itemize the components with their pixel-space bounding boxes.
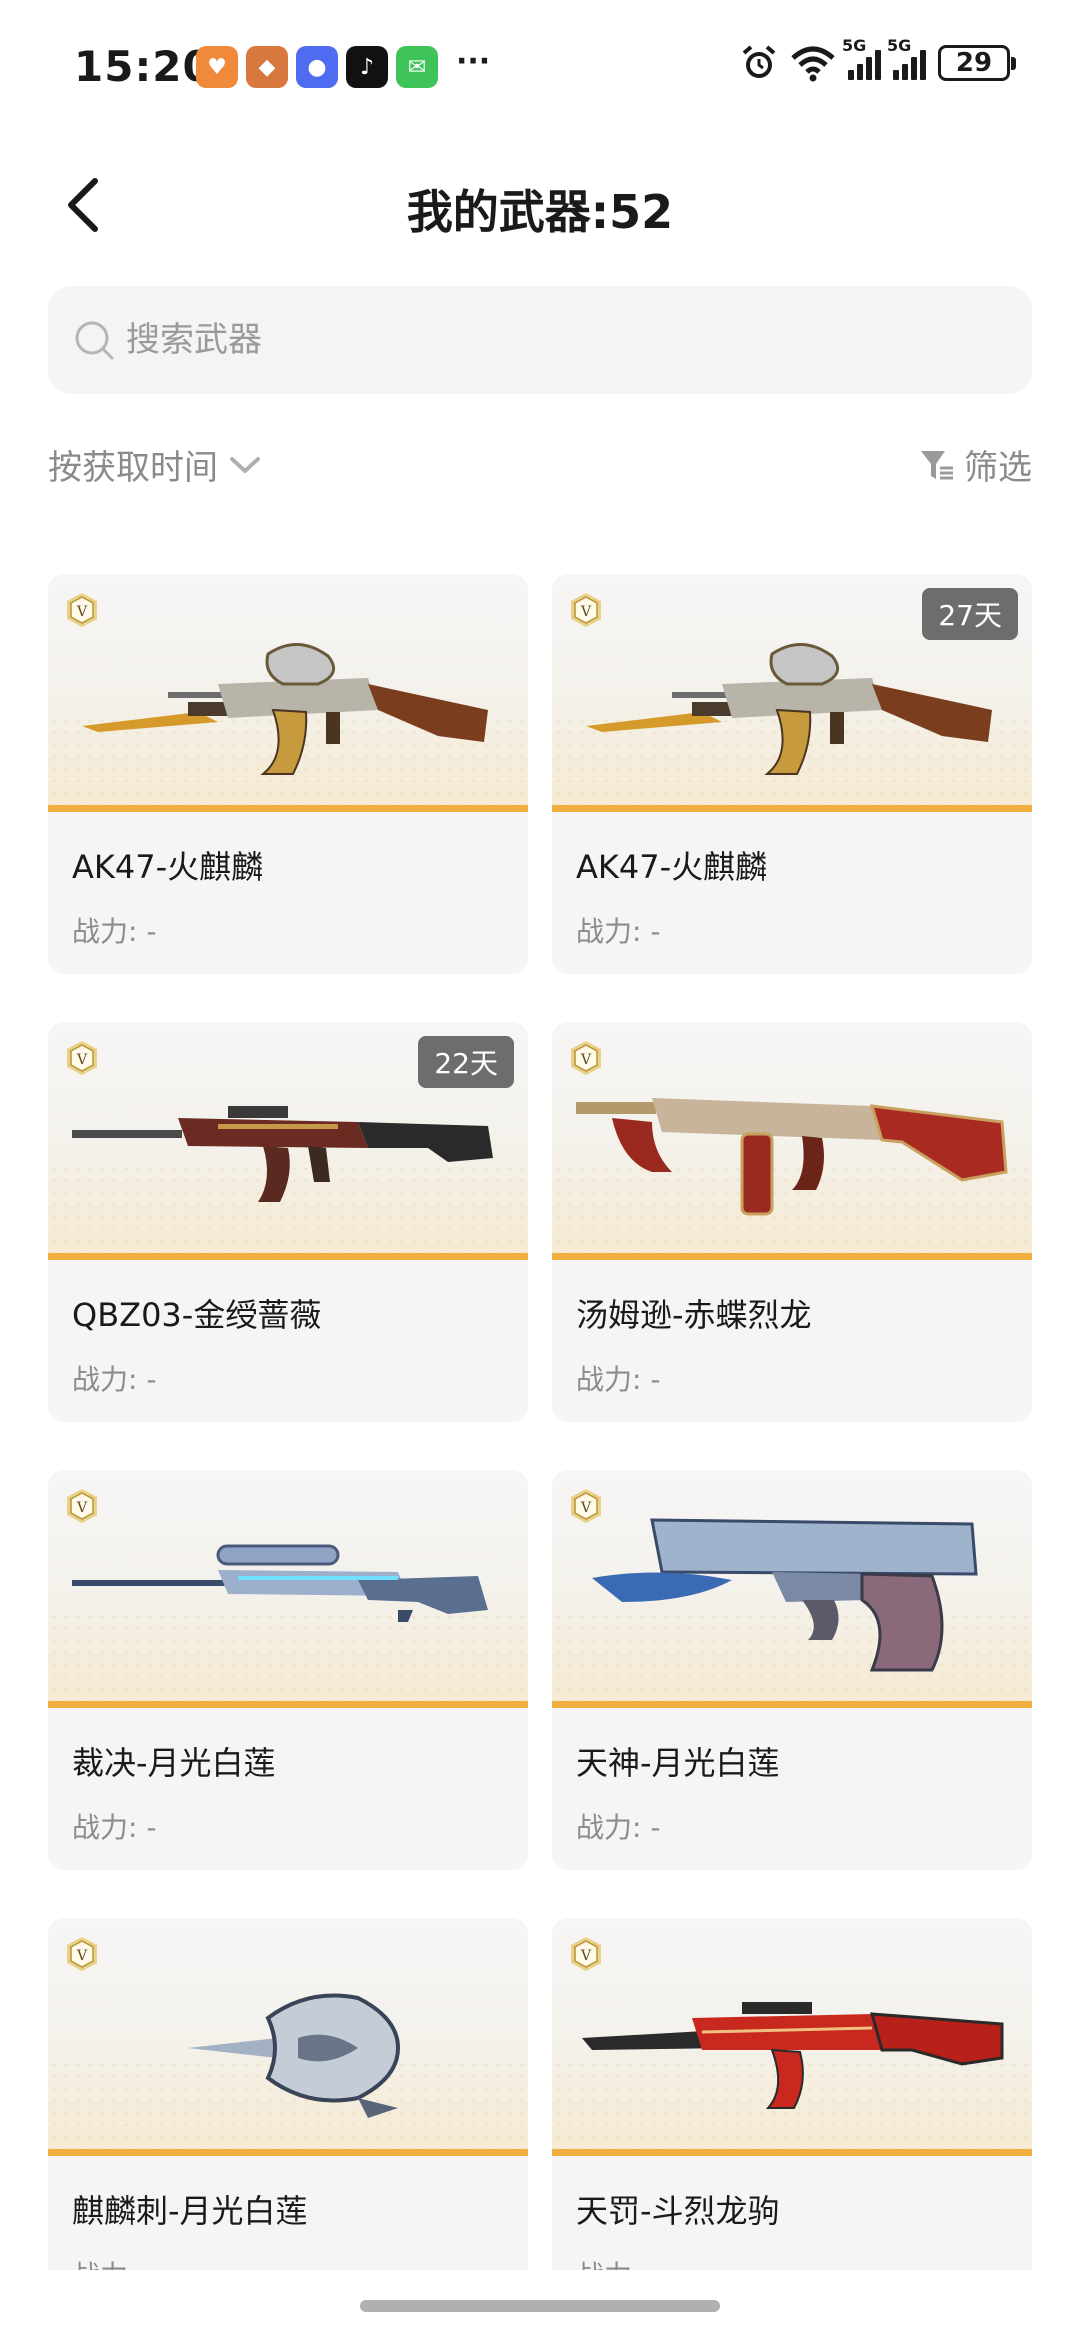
status-bar: 15:20 ♥ ◆ ● ♪ ✉ ··· 5G 5G 29: [0, 0, 1080, 130]
weapon-name: AK47-火麒麟: [72, 848, 264, 886]
status-time: 15:20: [74, 42, 213, 91]
heart-app-icon: ♥: [196, 46, 238, 88]
search-bar[interactable]: [48, 286, 1032, 394]
alarm-icon: [742, 45, 776, 78]
weapon-power: 战力: -: [576, 915, 661, 948]
thompson-smg-icon: [576, 1098, 1008, 1216]
network-label-1: 5G: [842, 36, 867, 55]
signal-5g-icon-1: 5G: [842, 36, 881, 80]
more-notifications-icon: ···: [456, 44, 491, 79]
weapon-card[interactable]: V 27天 AK47-火麒麟 战力: -: [552, 574, 1032, 974]
weapon-grid: V AK47-火麒麟 战力: - V 27天 AK47-火麒麟 战力: - V …: [48, 574, 1032, 2270]
page-title: 我的武器:52: [406, 185, 674, 239]
weapon-card[interactable]: V 22天 QBZ03-金绶蔷薇 战力: -: [48, 1022, 528, 1422]
battery-icon: 29: [938, 45, 1016, 81]
weapon-power: 战力: -: [576, 2254, 660, 2270]
weapon-name: 汤姆逊-赤蝶烈龙: [576, 1296, 812, 1334]
sort-label: 按获取时间: [48, 448, 218, 488]
network-label-2: 5G: [887, 36, 912, 55]
system-indicators: 5G 5G 29: [740, 36, 1016, 82]
weapon-image-area: V: [552, 1022, 1032, 1260]
search-input[interactable]: [126, 320, 986, 360]
weapon-power: 战力: -: [72, 2254, 156, 2270]
weapon-card[interactable]: V 天神-月光白莲 战力: -: [552, 1470, 1032, 1870]
weapon-card[interactable]: V 裁决-月光白莲 战力: -: [48, 1470, 528, 1870]
dagger-icon: [188, 1993, 401, 2118]
wechat-app-icon: ✉: [396, 46, 438, 88]
chevron-down-icon: [230, 456, 260, 473]
desert-eagle-pistol-icon: [592, 1518, 978, 1672]
filter-icon: [921, 450, 953, 479]
weapon-image-area: V: [552, 1470, 1032, 1708]
chat-bot-app-icon: ●: [296, 46, 338, 88]
ak47-fire-qilin-icon: [586, 643, 992, 775]
sniper-rifle-icon: [72, 1544, 488, 1622]
weapon-name: 麒麟刺-月光白莲: [72, 2192, 308, 2230]
weapon-power: 战力: -: [576, 1363, 661, 1396]
filter-label: 筛选: [964, 448, 1032, 488]
weapon-name: 天罚-斗烈龙驹: [576, 2192, 780, 2230]
weapon-card[interactable]: V 天罚-斗烈龙驹 战力: -: [552, 1918, 1032, 2270]
weapon-image-area: V: [48, 1918, 528, 2156]
weapon-image-area: V 27天: [552, 574, 1032, 812]
weapon-power: 战力: -: [72, 1811, 157, 1844]
weapon-power: 战力: -: [72, 1363, 157, 1396]
weapon-name: 天神-月光白莲: [576, 1744, 780, 1782]
search-icon: [75, 321, 114, 360]
weapon-name: 裁决-月光白莲: [72, 1744, 276, 1782]
qbz03-rifle-icon: [72, 1106, 493, 1202]
weapon-name: QBZ03-金绶蔷薇: [72, 1296, 322, 1334]
sort-dropdown[interactable]: 按获取时间: [48, 440, 262, 489]
tiktok-app-icon: ♪: [346, 46, 388, 88]
weapon-name: AK47-火麒麟: [576, 848, 768, 886]
weapon-power: 战力: -: [576, 1811, 661, 1844]
weapon-power: 战力: -: [72, 915, 157, 948]
weapon-card[interactable]: V 汤姆逊-赤蝶烈龙 战力: -: [552, 1022, 1032, 1422]
filter-button[interactable]: 筛选: [918, 440, 1032, 489]
weapon-image-area: V: [48, 1470, 528, 1708]
game-app-icon: ◆: [246, 46, 288, 88]
signal-5g-icon-2: 5G: [887, 36, 926, 80]
wifi-icon: [791, 46, 835, 82]
home-indicator[interactable]: [360, 2300, 720, 2312]
weapon-card[interactable]: V 麒麟刺-月光白莲 战力: -: [48, 1918, 528, 2270]
ak47-fire-qilin-icon: [82, 643, 488, 775]
weapon-image-area: V 22天: [48, 1022, 528, 1260]
weapon-card[interactable]: V AK47-火麒麟 战力: -: [48, 574, 528, 974]
weapon-image-area: V: [552, 1918, 1032, 2156]
page-header: 我的武器:52: [0, 150, 1080, 260]
weapon-image-area: V: [48, 574, 528, 812]
red-rifle-icon: [582, 2002, 1004, 2109]
notification-icons: ♥ ◆ ● ♪ ✉: [196, 46, 438, 88]
